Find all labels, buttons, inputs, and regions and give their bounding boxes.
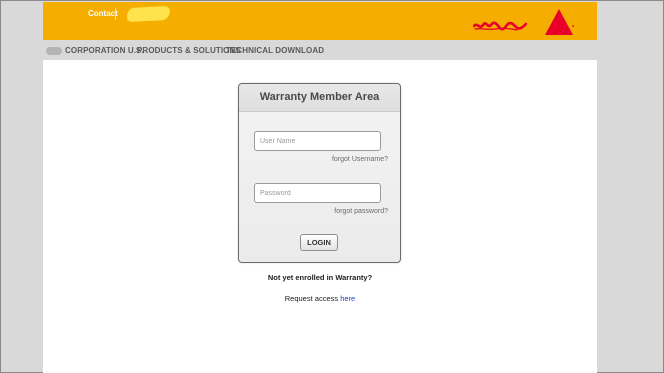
main-content: Warranty Member Area forgot Username? fo…: [43, 60, 597, 373]
header-divider: [115, 8, 116, 20]
nav-toggle[interactable]: [46, 47, 62, 55]
top-navigation: CORPORATION U.S. PRODUCTS & SOLUTIONS TE…: [43, 42, 597, 60]
brand-wordmark-logo[interactable]: [473, 20, 527, 32]
login-panel: Warranty Member Area forgot Username? fo…: [238, 83, 401, 263]
forgot-username-link[interactable]: forgot Username?: [332, 156, 388, 163]
nav-item-technical-download[interactable]: TECHNICAL DOWNLOAD: [226, 46, 324, 55]
password-input[interactable]: [254, 183, 381, 203]
login-title: Warranty Member Area: [239, 84, 400, 112]
login-button[interactable]: LOGIN: [300, 234, 338, 251]
nav-item-corporation[interactable]: CORPORATION U.S.: [65, 46, 144, 55]
site-header: Contact: [43, 2, 597, 40]
header-search-shape[interactable]: [126, 5, 171, 23]
enroll-question: Not yet enrolled in Warranty?: [267, 273, 373, 282]
forgot-password-link[interactable]: forgot password?: [334, 208, 388, 215]
request-access-text: Request access here: [43, 294, 597, 303]
request-access-link[interactable]: here: [340, 294, 355, 303]
username-input[interactable]: [254, 131, 381, 151]
brand-triangle-logo[interactable]: [543, 7, 575, 37]
contact-link[interactable]: Contact: [88, 9, 118, 18]
request-access-prefix: Request access: [284, 294, 339, 303]
